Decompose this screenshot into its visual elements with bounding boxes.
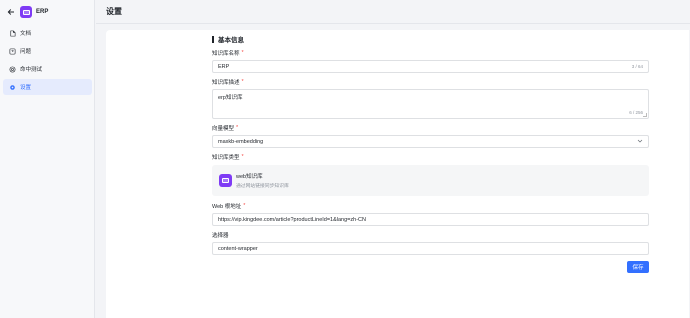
kb-type-label: 知识库类型 * xyxy=(212,153,649,161)
required-mark: * xyxy=(241,79,244,85)
save-button[interactable]: 保存 xyxy=(627,261,649,273)
target-icon xyxy=(8,65,16,73)
kb-name-label: 知识库名称 * xyxy=(212,49,649,57)
settings-form: 基本信息 知识库名称 * ERP 3 / 64 知识库描述 * erp知识库 6… xyxy=(212,34,649,281)
question-icon xyxy=(8,47,16,55)
required-mark: * xyxy=(236,125,239,131)
sidebar-item-label: 设置 xyxy=(20,85,32,91)
required-mark: * xyxy=(243,203,246,209)
resize-handle-icon[interactable] xyxy=(643,113,647,117)
web-kb-icon xyxy=(219,174,232,187)
document-icon xyxy=(8,29,16,37)
kb-name-label-text: 知识库名称 xyxy=(212,51,240,57)
char-count: 3 / 64 xyxy=(631,64,643,69)
sidebar-header: ERP xyxy=(0,0,95,24)
settings-card: 基本信息 知识库名称 * ERP 3 / 64 知识库描述 * erp知识库 6… xyxy=(106,30,689,318)
page-title: 设置 xyxy=(106,7,122,16)
sidebar-item-documents[interactable]: 文档 xyxy=(3,25,92,41)
kb-name-value: ERP xyxy=(218,63,230,70)
app-logo-icon xyxy=(20,6,32,18)
gear-icon xyxy=(8,83,16,91)
kb-type-desc: 通过网站链接同步知识库 xyxy=(236,184,289,189)
sidebar-nav: 文档 问题 命中测试 设置 xyxy=(3,25,92,97)
kb-desc-value: erp知识库 xyxy=(218,95,243,101)
section-title-text: 基本信息 xyxy=(218,37,244,44)
required-mark: * xyxy=(241,50,244,56)
vector-model-label: 向量模型 * xyxy=(212,124,649,132)
kb-desc-textarea[interactable]: erp知识库 6 / 256 xyxy=(212,89,649,119)
web-url-input[interactable]: https://vip.kingdee.com/article?productL… xyxy=(212,213,649,226)
sidebar-item-settings[interactable]: 设置 xyxy=(3,79,92,95)
web-url-label: Web 根地址 * xyxy=(212,202,649,210)
selector-value: content-wrapper xyxy=(218,245,258,252)
page-header: 设置 xyxy=(96,0,690,24)
form-actions: 保存 xyxy=(212,261,649,281)
kb-type-card: web知识库 通过网站链接同步知识库 xyxy=(212,165,649,196)
sidebar: ERP 文档 问题 命中测试 设置 xyxy=(0,0,95,318)
section-marker xyxy=(212,35,214,43)
chevron-down-icon xyxy=(637,138,643,146)
kb-type-title: web知识库 xyxy=(236,174,263,180)
vector-model-select[interactable]: maxkb-embedding xyxy=(212,135,649,148)
kb-type-label-text: 知识库类型 xyxy=(212,155,240,161)
selector-input[interactable]: content-wrapper xyxy=(212,242,649,255)
kb-desc-label-text: 知识库描述 xyxy=(212,80,240,86)
selector-label: 选择器 xyxy=(212,231,649,239)
web-url-label-text: Web 根地址 xyxy=(212,204,242,210)
web-url-value: https://vip.kingdee.com/article?productL… xyxy=(218,216,366,223)
kb-desc-label: 知识库描述 * xyxy=(212,78,649,86)
selector-label-text: 选择器 xyxy=(212,233,229,239)
vector-model-label-text: 向量模型 xyxy=(212,126,235,132)
section-title: 基本信息 xyxy=(212,34,649,44)
kb-name-input[interactable]: ERP 3 / 64 xyxy=(212,60,649,73)
arrow-left-icon[interactable] xyxy=(7,8,15,16)
sidebar-item-label: 命中测试 xyxy=(20,67,43,73)
char-count: 6 / 256 xyxy=(629,110,643,115)
kb-type-text: web知识库 通过网站链接同步知识库 xyxy=(236,172,289,189)
sidebar-item-questions[interactable]: 问题 xyxy=(3,43,92,59)
required-mark: * xyxy=(241,154,244,160)
sidebar-item-hit-test[interactable]: 命中测试 xyxy=(3,61,92,77)
sidebar-item-label: 问题 xyxy=(20,49,32,55)
sidebar-item-label: 文档 xyxy=(20,31,32,37)
app-name: ERP xyxy=(36,9,49,15)
vector-model-value: maxkb-embedding xyxy=(218,138,264,145)
